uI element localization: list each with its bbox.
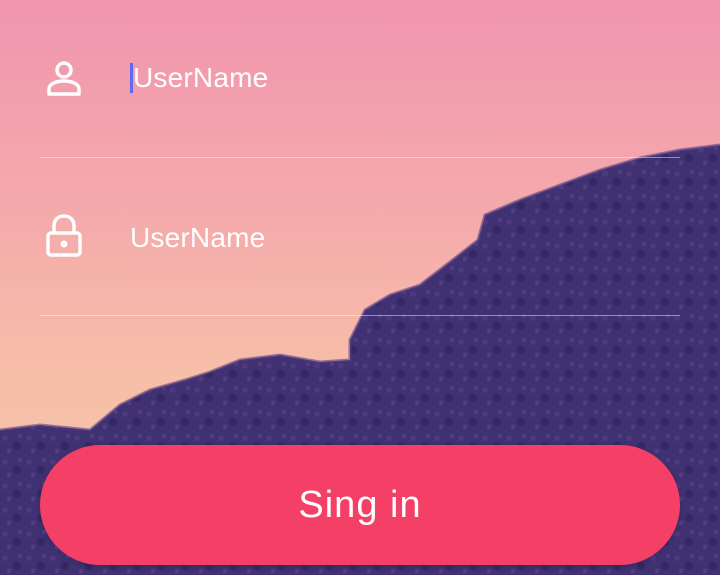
sign-in-button[interactable]: Sing in [40,445,680,565]
username-input[interactable]: UserName [130,56,680,100]
username-placeholder: UserName [133,62,269,93]
password-input[interactable]: UserName [130,216,680,260]
sign-in-label: Sing in [298,483,422,526]
password-row[interactable]: UserName [40,158,680,316]
person-icon [44,58,84,98]
lock-icon [44,214,84,257]
username-row[interactable]: UserName [40,0,680,158]
password-placeholder: UserName [130,222,266,253]
